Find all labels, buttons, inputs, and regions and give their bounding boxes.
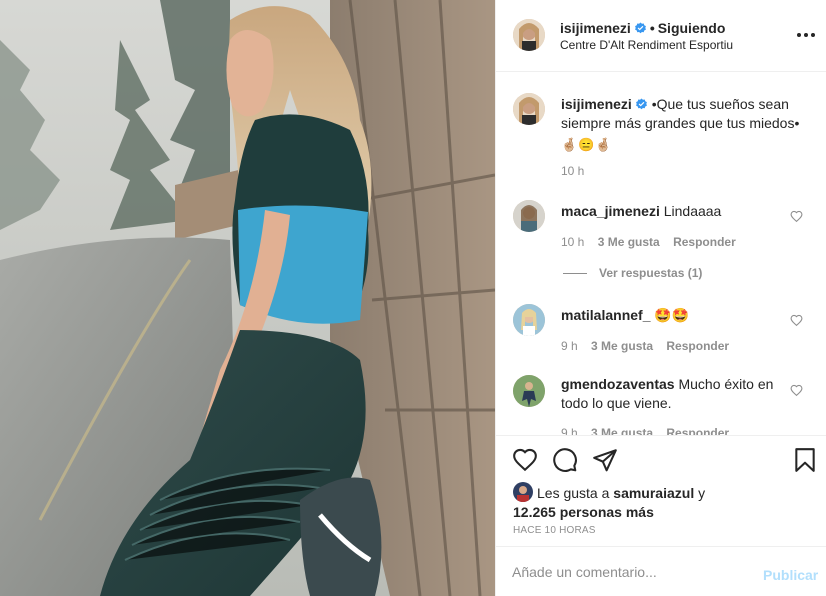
reply-button[interactable]: Responder [673,235,736,249]
comment-time[interactable]: 9 h [561,339,578,353]
likes-conj: y [698,485,706,501]
comment-time[interactable]: 10 h [561,235,584,249]
post-image [0,0,495,596]
comment-avatar[interactable] [513,375,545,407]
comment-time[interactable]: 9 h [561,426,578,435]
comment-input[interactable] [512,561,742,583]
comment-heart-icon[interactable] [790,314,803,327]
reply-button[interactable]: Responder [666,426,729,435]
likes-prefix: Les gusta a [537,485,610,501]
comment-username[interactable]: gmendozaventas [561,376,675,392]
post-header-text: isijimenezi • Siguiendo [560,20,725,36]
post-caption: isijimenezi •Que tus sueños sean siempre… [561,95,811,154]
comment-heart-icon[interactable] [790,210,803,223]
comment-body: matilalannef_ 🤩🤩 [561,306,783,325]
comment-meta: 9 h 3 Me gusta Responder [561,339,739,353]
comment-meta: 9 h 3 Me gusta Responder [561,426,739,435]
comment-body: maca_jimenezi Lindaaaa [561,202,783,221]
author-username[interactable]: isijimenezi [560,20,631,36]
heart-icon[interactable] [512,447,538,473]
comment-icon[interactable] [552,447,578,473]
comment-text: 🤩🤩 [654,307,690,323]
comment-likes[interactable]: 3 Me gusta [591,339,653,353]
verified-badge-icon [635,98,647,110]
comments-list[interactable]: isijimenezi •Que tus sueños sean siempre… [496,73,826,435]
verified-badge-icon [634,22,646,34]
more-options-icon[interactable] [796,27,816,43]
comment-body: gmendozaventas Mucho éxito en todo lo qu… [561,375,783,413]
header-separator: • [649,20,655,36]
post-photo[interactable] [0,0,495,596]
comment-avatar[interactable] [513,200,545,232]
bookmark-icon[interactable] [792,447,818,473]
liker-username[interactable]: samuraiazul [613,485,694,501]
likes-count[interactable]: 12.265 personas más [513,504,654,520]
view-replies-button[interactable]: Ver respuestas (1) [563,266,702,280]
post-sidebar: isijimenezi • Siguiendo Centre D'Alt Rendi… [495,0,826,596]
comment-username[interactable]: maca_jimenezi [561,203,660,219]
caption-emojis: 🤞🏼😑🤞🏼 [561,137,613,152]
post-actions: Les gusta a samuraiazul y 12.265 persona… [496,435,826,545]
view-replies-label: Ver respuestas (1) [599,266,703,280]
comment-text: Lindaaaa [663,203,722,219]
add-comment-bar: Publicar [496,546,826,596]
comment-heart-icon[interactable] [790,384,803,397]
reply-button[interactable]: Responder [666,339,729,353]
caption-time[interactable]: 10 h [561,164,584,178]
following-button[interactable]: Siguiendo [658,20,726,36]
replies-divider [563,273,587,275]
caption-avatar[interactable] [513,93,545,125]
comment-username[interactable]: matilalannef_ [561,307,650,323]
likes-summary: Les gusta a samuraiazul y 12.265 persona… [513,482,813,522]
post-header: isijimenezi • Siguiendo Centre D'Alt Rendi… [496,0,826,72]
post-timestamp[interactable]: HACE 10 HORAS [513,525,596,536]
post-location[interactable]: Centre D'Alt Rendiment Esportiu [560,38,733,52]
comment-meta: 10 h 3 Me gusta Responder [561,235,746,249]
comment-likes[interactable]: 3 Me gusta [598,235,660,249]
publish-button[interactable]: Publicar [763,567,818,583]
share-icon[interactable] [592,447,618,473]
liker-avatar[interactable] [513,482,533,502]
caption-username[interactable]: isijimenezi [561,96,632,112]
comment-likes[interactable]: 3 Me gusta [591,426,653,435]
comment-avatar[interactable] [513,304,545,336]
author-avatar[interactable] [513,19,545,51]
